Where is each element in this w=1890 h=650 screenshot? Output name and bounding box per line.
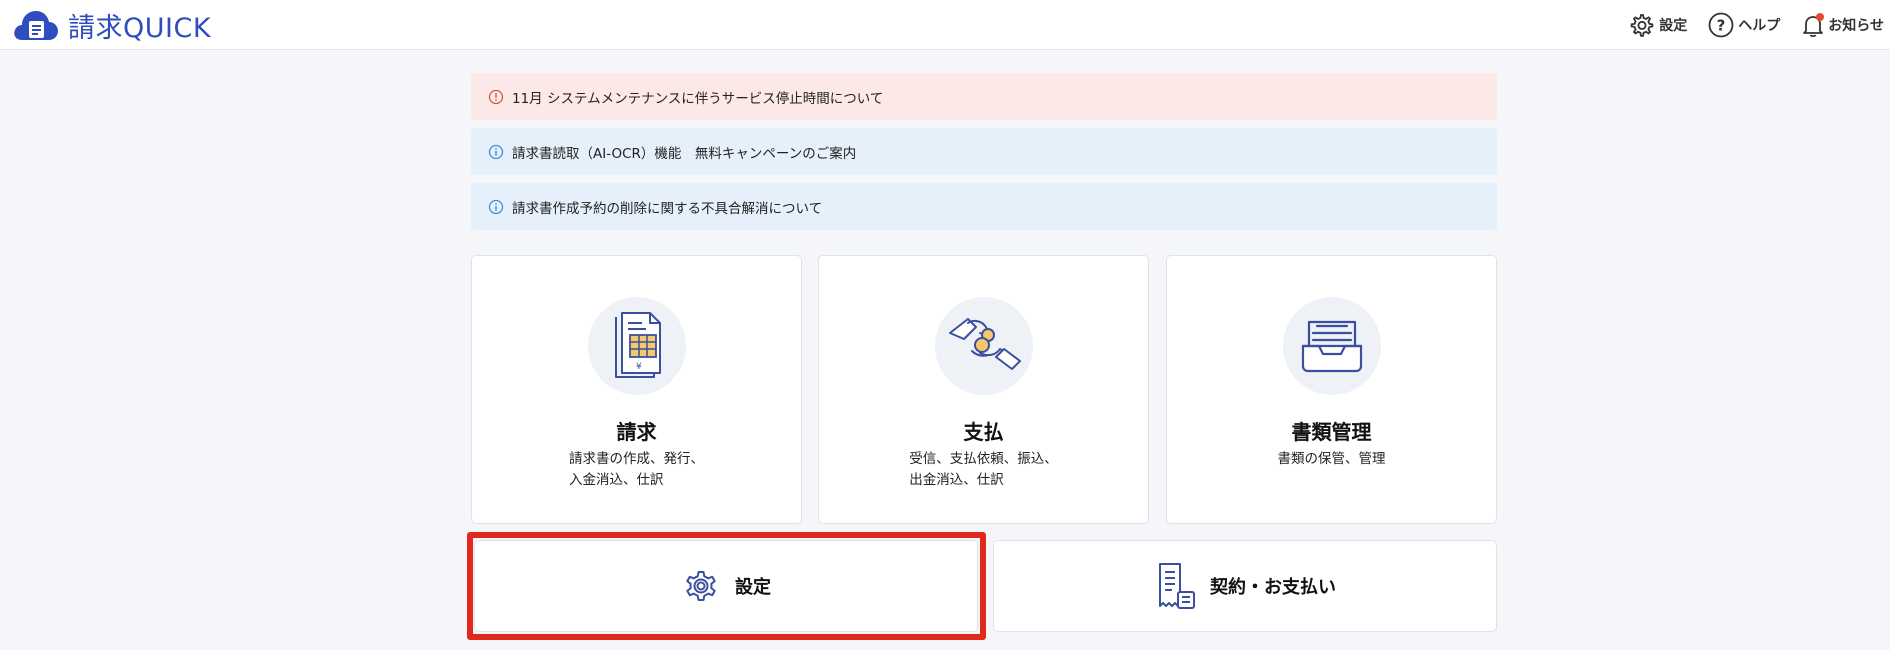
notice-text: 請求書読取（AI-OCR）機能 無料キャンペーンのご案内 [512,145,857,162]
receipt-icon [1159,563,1195,609]
card-description: 受信、支払依頼、振込、 出金消込、仕訳 [819,449,1148,491]
card-description: 書類の保管、管理 [1167,449,1496,470]
card-desc-line: 受信、支払依頼、振込、 [909,451,1058,467]
app-logo-text: 請求QUICK [68,12,212,44]
notice-text: 請求書作成予約の削除に関する不具合解消について [512,200,823,217]
info-circle-icon [488,144,504,160]
card-invoice[interactable]: ¥ 請求 請求書の作成、発行、 入金消込、仕訳 [471,255,802,524]
card-title: 書類管理 [1291,420,1372,444]
svg-text:¥: ¥ [636,362,642,372]
app-logo[interactable]: 請求QUICK [12,6,211,44]
notice-item-info[interactable]: 請求書読取（AI-OCR）機能 無料キャンペーンのご案内 [471,128,1497,175]
contract-payment-button[interactable]: 契約・お支払い [993,540,1497,632]
highlight-box [467,532,986,640]
header-help-button[interactable]: ? ヘルプ [1707,11,1780,39]
card-title: 請求 [616,420,657,444]
header-help-label: ヘルプ [1738,18,1781,34]
notice-item-warning[interactable]: 11月 システムメンテナンスに伴うサービス停止時間について [471,73,1497,120]
document-tray-icon [1282,297,1381,395]
bell-icon [1800,12,1826,38]
alert-circle-icon [488,89,504,105]
card-desc-line: 入金消込、仕訳 [569,472,664,488]
svg-text:?: ? [1717,17,1726,35]
header-notifications-label: お知らせ [1828,18,1884,34]
card-title: 支払 [963,420,1004,444]
info-circle-icon [488,199,504,215]
feature-cards: ¥ 請求 請求書の作成、発行、 入金消込、仕訳 支払 受信、支払依頼、振込、 出… [471,255,1497,524]
card-desc-line: 書類の保管、管理 [1277,451,1386,467]
invoice-icon: ¥ [587,297,686,395]
app-header: 請求QUICK 設定 ? ヘルプ お知らせ [0,0,1890,50]
header-settings-button[interactable]: 設定 [1628,11,1687,39]
header-notifications-button[interactable]: お知らせ [1800,12,1884,38]
card-desc-line: 出金消込、仕訳 [909,472,1004,488]
card-payment[interactable]: 支払 受信、支払依頼、振込、 出金消込、仕訳 [818,255,1149,524]
payment-icon [934,297,1033,395]
notice-list: 11月 システムメンテナンスに伴うサービス停止時間について 請求書読取（AI-O… [471,73,1497,238]
gear-icon [1630,14,1654,37]
help-circle-icon: ? [1708,12,1734,38]
card-desc-line: 請求書の作成、発行、 [569,451,704,467]
header-settings-label: 設定 [1659,18,1688,34]
card-documents[interactable]: 書類管理 書類の保管、管理 [1166,255,1497,524]
notice-text: 11月 システムメンテナンスに伴うサービス停止時間について [512,90,884,107]
notice-item-info[interactable]: 請求書作成予約の削除に関する不具合解消について [471,183,1497,230]
contract-payment-button-label: 契約・お支払い [1210,577,1336,598]
header-actions: 設定 ? ヘルプ お知らせ [1608,0,1884,50]
cloud-logo-icon [12,7,60,43]
card-description: 請求書の作成、発行、 入金消込、仕訳 [472,449,801,491]
